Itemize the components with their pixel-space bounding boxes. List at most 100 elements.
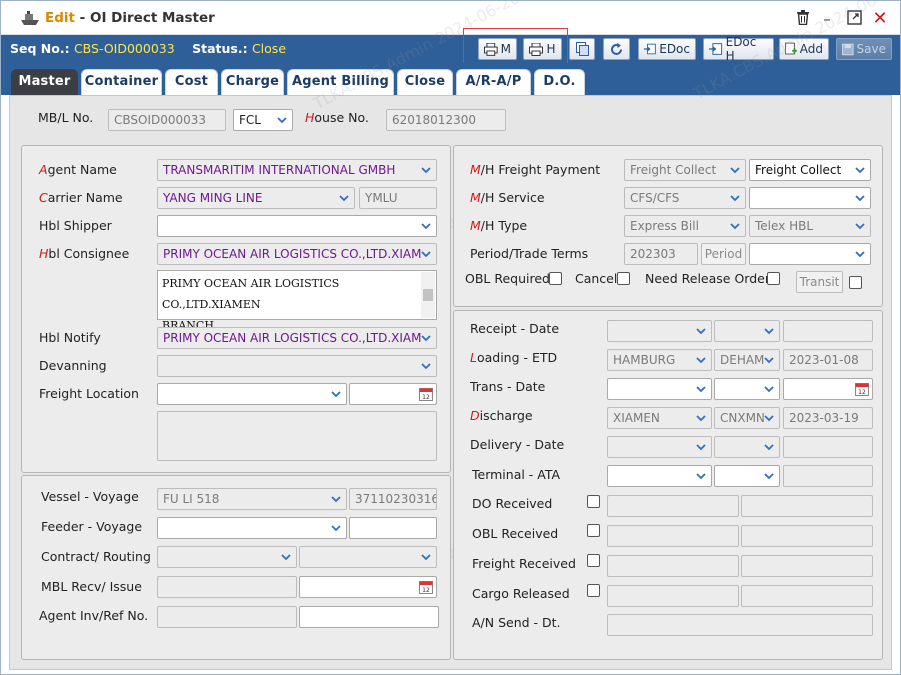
terminal-select[interactable]	[607, 465, 712, 487]
add-button[interactable]: Add	[779, 38, 829, 60]
mbl-issue-date[interactable]: 12	[299, 576, 437, 598]
terminal-code-select[interactable]	[714, 465, 780, 487]
mbl-recv-field[interactable]	[157, 576, 297, 598]
obl-received-by-field[interactable]	[607, 525, 739, 547]
obl-required-checkbox[interactable]	[549, 272, 562, 285]
hbl-consignee-textarea[interactable]: PRIMY OCEAN AIR LOGISTICS CO.,LTD.XIAMEN…	[157, 270, 437, 332]
maximize-icon[interactable]	[845, 10, 863, 28]
add-document-icon	[785, 42, 797, 55]
scrollbar[interactable]	[421, 272, 435, 318]
trade-terms-select[interactable]	[749, 243, 871, 265]
agent-ref-field[interactable]	[299, 606, 439, 628]
carrier-code-field[interactable]: YMLU	[359, 187, 437, 209]
feeder-voyage-label: Feeder - Voyage	[41, 519, 143, 534]
freight-received-date-field[interactable]	[741, 555, 873, 577]
svg-text:12: 12	[858, 389, 866, 396]
do-received-date-field[interactable]	[741, 495, 873, 517]
master-type-select[interactable]: Express Bill	[624, 215, 746, 237]
cargo-released-checkbox[interactable]	[587, 584, 600, 597]
contract-select[interactable]	[157, 546, 297, 568]
do-received-checkbox[interactable]	[587, 495, 600, 508]
hbl-notify-select[interactable]: PRIMY OCEAN AIR LOGISTICS CO.,LTD.XIAM	[157, 327, 437, 349]
tab-do[interactable]: D.O.	[534, 69, 585, 95]
tab-close[interactable]: Close	[397, 69, 453, 95]
hbl-shipper-select[interactable]	[157, 215, 437, 237]
freight-received-checkbox[interactable]	[587, 554, 600, 567]
fcl-select[interactable]: FCL	[233, 109, 293, 131]
obl-received-date-field[interactable]	[741, 525, 873, 547]
transit-checkbox[interactable]	[849, 276, 862, 289]
an-send-date-field[interactable]	[607, 614, 873, 636]
need-release-order-checkbox[interactable]	[767, 272, 780, 285]
delete-icon[interactable]	[794, 10, 812, 28]
agent-name-select[interactable]: TRANSMARITIM INTERNATIONAL GMBH	[157, 159, 437, 181]
agent-inv-field[interactable]	[157, 606, 297, 628]
trans-date-field[interactable]: 12	[783, 378, 873, 400]
refresh-button[interactable]	[603, 38, 630, 60]
routing-select[interactable]	[299, 546, 437, 568]
minimize-icon[interactable]: –	[818, 10, 836, 28]
copy-button[interactable]	[569, 38, 595, 60]
delivery-place-select[interactable]	[607, 436, 712, 458]
tab-ar-ap[interactable]: A/R-A/P	[456, 69, 531, 95]
tab-charge[interactable]: Charge	[221, 69, 284, 95]
calendar-icon[interactable]: 12	[419, 580, 433, 594]
tab-bar: Master Container Cost Charge Agent Billi…	[1, 63, 900, 95]
tab-master[interactable]: Master	[11, 69, 78, 95]
loading-port-select[interactable]: HAMBURG	[607, 349, 712, 371]
tab-container[interactable]: Container	[81, 69, 162, 95]
voyage-field[interactable]: 371102303160	[349, 488, 437, 510]
trans-place-select[interactable]	[607, 378, 712, 400]
house-type-select[interactable]: Telex HBL	[749, 215, 871, 237]
obl-received-checkbox[interactable]	[587, 524, 600, 537]
cargo-released-by-field[interactable]	[607, 585, 739, 607]
carrier-name-select[interactable]: YANG MING LINE	[157, 187, 355, 209]
chevron-down-icon	[729, 160, 741, 180]
house-service-select[interactable]	[749, 187, 871, 209]
cargo-released-date-field[interactable]	[741, 585, 873, 607]
chevron-down-icon	[330, 489, 342, 509]
freight-location-notes[interactable]	[157, 411, 437, 461]
freight-received-label: Freight Received	[472, 556, 576, 571]
loading-etd-field[interactable]: 2023-01-08	[783, 349, 873, 371]
master-freight-select[interactable]: Freight Collect	[624, 159, 746, 181]
receipt-code-select[interactable]	[714, 320, 780, 342]
period-field[interactable]: 202303	[624, 243, 698, 265]
freight-location-select[interactable]	[157, 383, 347, 405]
edoc-button[interactable]: EDoc	[638, 38, 696, 60]
discharge-port-select[interactable]: XIAMEN	[607, 407, 712, 429]
save-button[interactable]: Save	[836, 38, 892, 60]
delivery-code-select[interactable]	[714, 436, 780, 458]
receipt-date-field[interactable]	[783, 320, 873, 342]
calendar-icon[interactable]: 12	[855, 382, 869, 396]
devanning-select[interactable]	[157, 355, 437, 377]
ata-date-field[interactable]	[783, 465, 873, 487]
close-icon[interactable]: ✕	[871, 10, 889, 28]
chevron-down-icon	[763, 350, 775, 370]
calendar-icon[interactable]: 12	[419, 387, 433, 401]
tab-cost[interactable]: Cost	[165, 69, 218, 95]
do-received-by-field[interactable]	[607, 495, 739, 517]
discharge-code-select[interactable]: CNXMN	[714, 407, 780, 429]
freight-location-date[interactable]: 12	[349, 383, 437, 405]
master-service-select[interactable]: CFS/CFS	[624, 187, 746, 209]
freight-received-by-field[interactable]	[607, 555, 739, 577]
edoc-h-button[interactable]: EDoc H	[703, 35, 774, 63]
period-button[interactable]: Period	[701, 243, 746, 265]
receipt-place-select[interactable]	[607, 320, 712, 342]
mbl-field[interactable]: CBSOID000033	[108, 109, 226, 131]
vessel-select[interactable]: FU LI 518	[157, 488, 347, 510]
transit-button[interactable]: Transit	[796, 271, 843, 293]
trans-code-select[interactable]	[714, 378, 780, 400]
house-no-field[interactable]: 62018012300	[386, 109, 506, 131]
discharge-date-field[interactable]: 2023-03-19	[783, 407, 873, 429]
cargo-released-label: Cargo Released	[472, 586, 570, 601]
house-freight-select[interactable]: Freight Collect	[749, 159, 871, 181]
tab-agent-billing[interactable]: Agent Billing	[287, 69, 394, 95]
delivery-date-field[interactable]	[783, 436, 873, 458]
feeder-voyage-field[interactable]	[349, 517, 437, 539]
cancel-checkbox[interactable]	[617, 272, 630, 285]
loading-code-select[interactable]: DEHAM	[714, 349, 780, 371]
feeder-select[interactable]	[157, 517, 347, 539]
hbl-consignee-select[interactable]: PRIMY OCEAN AIR LOGISTICS CO.,LTD.XIAM	[157, 243, 437, 265]
